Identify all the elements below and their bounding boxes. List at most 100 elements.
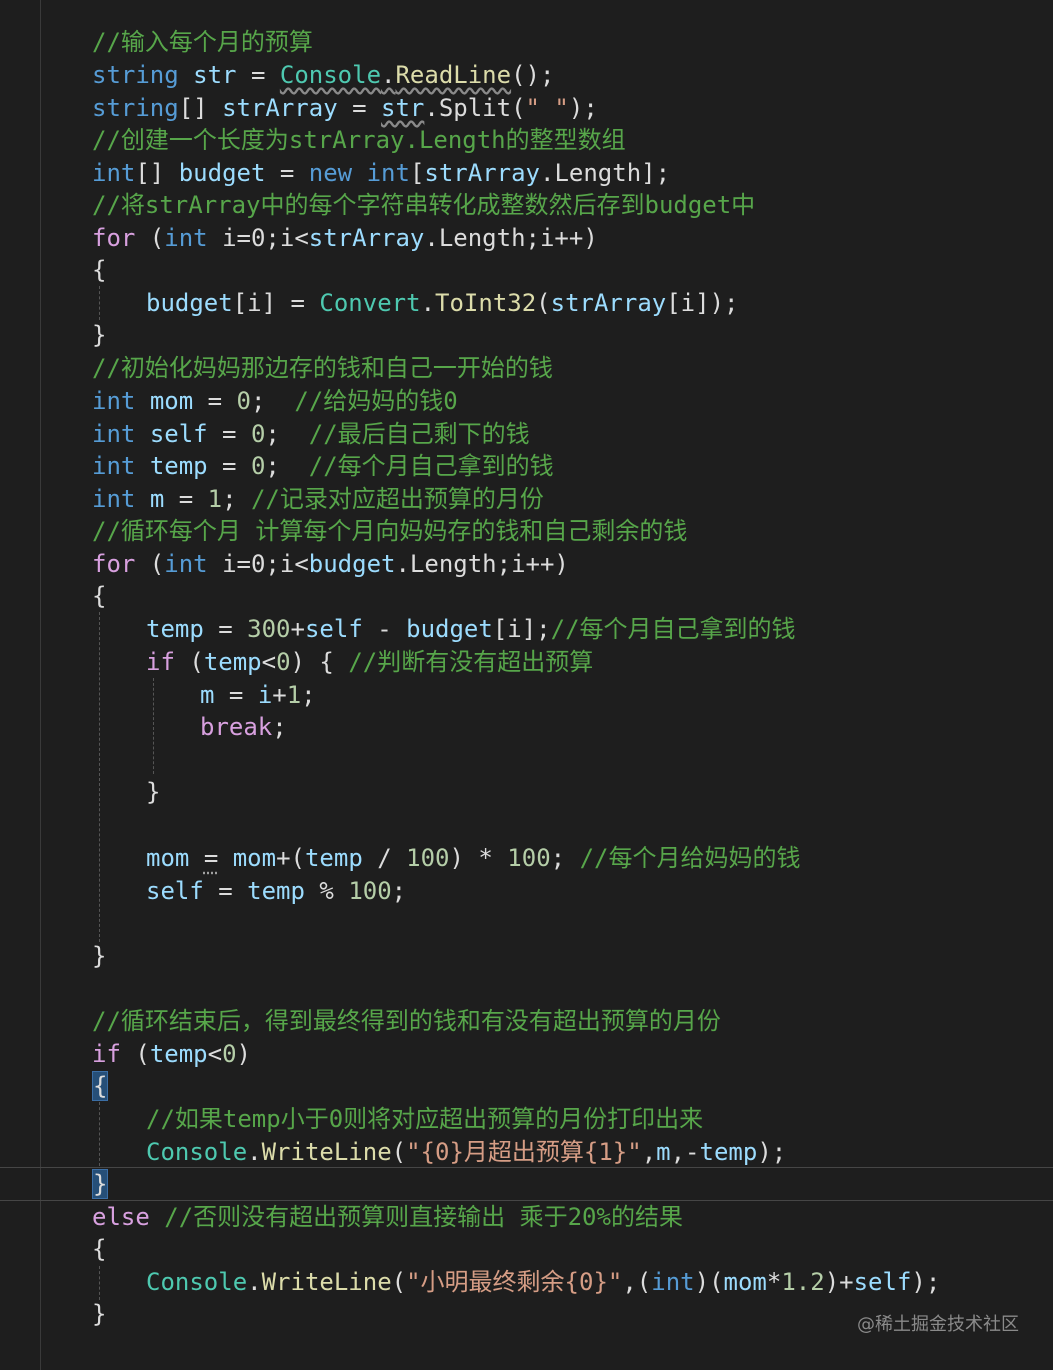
keyword: int xyxy=(164,224,208,252)
code-line[interactable]: //循环每个月 计算每个月向妈妈存的钱和自己剩余的钱 xyxy=(92,515,687,547)
code-token: ; xyxy=(301,681,316,709)
code-line[interactable]: { xyxy=(92,254,106,286)
code-token: = xyxy=(193,387,237,415)
code-line[interactable]: int mom = 0; //给妈妈的钱0 xyxy=(92,385,458,417)
code-line[interactable]: else //否则没有超出预算则直接输出 乘于20%的结果 xyxy=(92,1201,683,1233)
control-keyword: for xyxy=(92,224,136,252)
code-token: = xyxy=(236,61,280,89)
code-token: [i]); xyxy=(666,289,739,317)
code-line[interactable]: temp = 300+self - budget[i];//每个月自己拿到的钱 xyxy=(146,613,796,645)
code-line[interactable]: } xyxy=(92,1168,109,1200)
code-token: ( xyxy=(391,1268,407,1296)
number-literal: 1.2 xyxy=(781,1268,825,1296)
variable: self xyxy=(304,615,363,643)
code-line[interactable]: //输入每个月的预算 xyxy=(92,26,313,58)
code-line[interactable]: mom = mom+(temp / 100) * 100; //每个月给妈妈的钱 xyxy=(146,842,800,874)
code-token: .Split( xyxy=(424,94,526,122)
code-line[interactable]: if (temp<0) { //判断有没有超出预算 xyxy=(146,646,593,678)
code-line[interactable]: Console.WriteLine("{0}月超出预算{1}",m,-temp)… xyxy=(146,1136,786,1168)
code-editor[interactable]: //输入每个月的预算 string str = Console.ReadLine… xyxy=(0,0,1053,1370)
keyword: int xyxy=(92,159,136,187)
variable: mom xyxy=(232,844,277,872)
code-line[interactable]: { xyxy=(92,580,106,612)
keyword: int xyxy=(164,550,208,578)
code-line[interactable]: for (int i=0;i<budget.Length;i++) xyxy=(92,548,569,580)
number-literal: 1 xyxy=(207,485,223,513)
control-keyword: else xyxy=(92,1203,150,1231)
variable: temp xyxy=(203,648,262,676)
control-keyword: if xyxy=(92,1040,121,1068)
variable: budget xyxy=(146,289,233,317)
keyword: int xyxy=(92,452,136,480)
code-token: ) * xyxy=(449,844,508,872)
variable: strArray xyxy=(424,159,540,187)
code-line[interactable]: //循环结束后，得到最终得到的钱和有没有超出预算的月份 xyxy=(92,1005,721,1037)
comment: //每个月自己拿到的钱 xyxy=(308,452,554,480)
brace: { xyxy=(92,256,107,284)
code-token: ); xyxy=(757,1138,787,1166)
indent-guide xyxy=(153,678,154,774)
code-line[interactable]: } xyxy=(146,776,160,808)
code-token: ( xyxy=(536,289,551,317)
code-line[interactable]: int self = 0; //最后自己剩下的钱 xyxy=(92,418,530,450)
variable: m xyxy=(149,485,165,513)
code-line[interactable]: { xyxy=(92,1233,106,1265)
code-token: [] xyxy=(135,159,179,187)
variable: mom xyxy=(149,387,194,415)
code-line[interactable]: string str = Console.ReadLine(); xyxy=(92,59,554,91)
code-token: ; xyxy=(272,713,287,741)
code-line[interactable]: budget[i] = Convert.ToInt32(strArray[i])… xyxy=(146,287,738,319)
indent-guide xyxy=(99,1102,100,1166)
keyword: string xyxy=(92,61,179,89)
code-line[interactable]: //初始化妈妈那边存的钱和自己一开始的钱 xyxy=(92,352,553,384)
variable: temp xyxy=(146,615,204,643)
code-line[interactable]: //创建一个长度为strArray.Length的整型数组 xyxy=(92,124,626,156)
code-line[interactable]: } xyxy=(92,1298,106,1330)
code-token: + xyxy=(290,615,305,643)
code-token: = xyxy=(207,420,251,448)
comment: //将strArray中的每个字符串转化成整数然后存到budget中 xyxy=(92,191,756,219)
code-line[interactable]: for (int i=0;i<strArray.Length;i++) xyxy=(92,222,598,254)
keyword: int xyxy=(92,485,136,513)
string-literal: "{0}月超出预算{1}" xyxy=(406,1138,642,1166)
code-line[interactable]: string[] strArray = str.Split(" "); xyxy=(92,92,598,124)
variable: temp xyxy=(247,877,305,905)
code-line[interactable]: if (temp<0) xyxy=(92,1038,251,1070)
variable: temp xyxy=(149,452,208,480)
variable: str xyxy=(193,61,237,89)
code-line[interactable]: } xyxy=(92,319,106,351)
code-token: [i] = xyxy=(232,289,320,317)
code-token: . xyxy=(247,1138,262,1166)
code-token: ,( xyxy=(622,1268,652,1296)
code-token: ); xyxy=(568,94,598,122)
code-line[interactable]: { xyxy=(92,1070,109,1102)
number-literal: 300 xyxy=(247,615,291,643)
code-line[interactable]: int m = 1; //记录对应超出预算的月份 xyxy=(92,483,544,515)
code-token: .Length;i++) xyxy=(395,550,569,578)
code-line[interactable]: break; xyxy=(200,711,287,743)
code-line[interactable]: //将strArray中的每个字符串转化成整数然后存到budget中 xyxy=(92,189,755,221)
number-literal: 0 xyxy=(236,387,251,415)
comment: //否则没有超出预算则直接输出 乘于20%的结果 xyxy=(164,1203,683,1231)
method-name: ReadLine xyxy=(395,61,512,89)
variable: budget xyxy=(178,159,266,187)
code-token: < xyxy=(207,1040,223,1068)
comment: //每个月自己拿到的钱 xyxy=(550,615,796,643)
variable: self xyxy=(146,877,204,905)
variable: strArray xyxy=(550,289,667,317)
code-line[interactable]: //如果temp小于0则将对应超出预算的月份打印出来 xyxy=(146,1103,703,1135)
code-line[interactable]: int[] budget = new int[strArray.Length]; xyxy=(92,157,670,189)
code-line[interactable]: self = temp % 100; xyxy=(146,875,406,907)
comment: //记录对应超出预算的月份 xyxy=(250,485,544,513)
code-token: * xyxy=(766,1268,782,1296)
code-line[interactable]: m = i+1; xyxy=(200,679,316,711)
type-name: Console xyxy=(146,1268,248,1296)
number-literal: 1 xyxy=(286,681,302,709)
code-line[interactable]: Console.WriteLine("小明最终剩余{0}",(int)(mom*… xyxy=(146,1266,940,1298)
code-line[interactable]: } xyxy=(92,940,106,972)
code-line[interactable]: int temp = 0; //每个月自己拿到的钱 xyxy=(92,450,554,482)
